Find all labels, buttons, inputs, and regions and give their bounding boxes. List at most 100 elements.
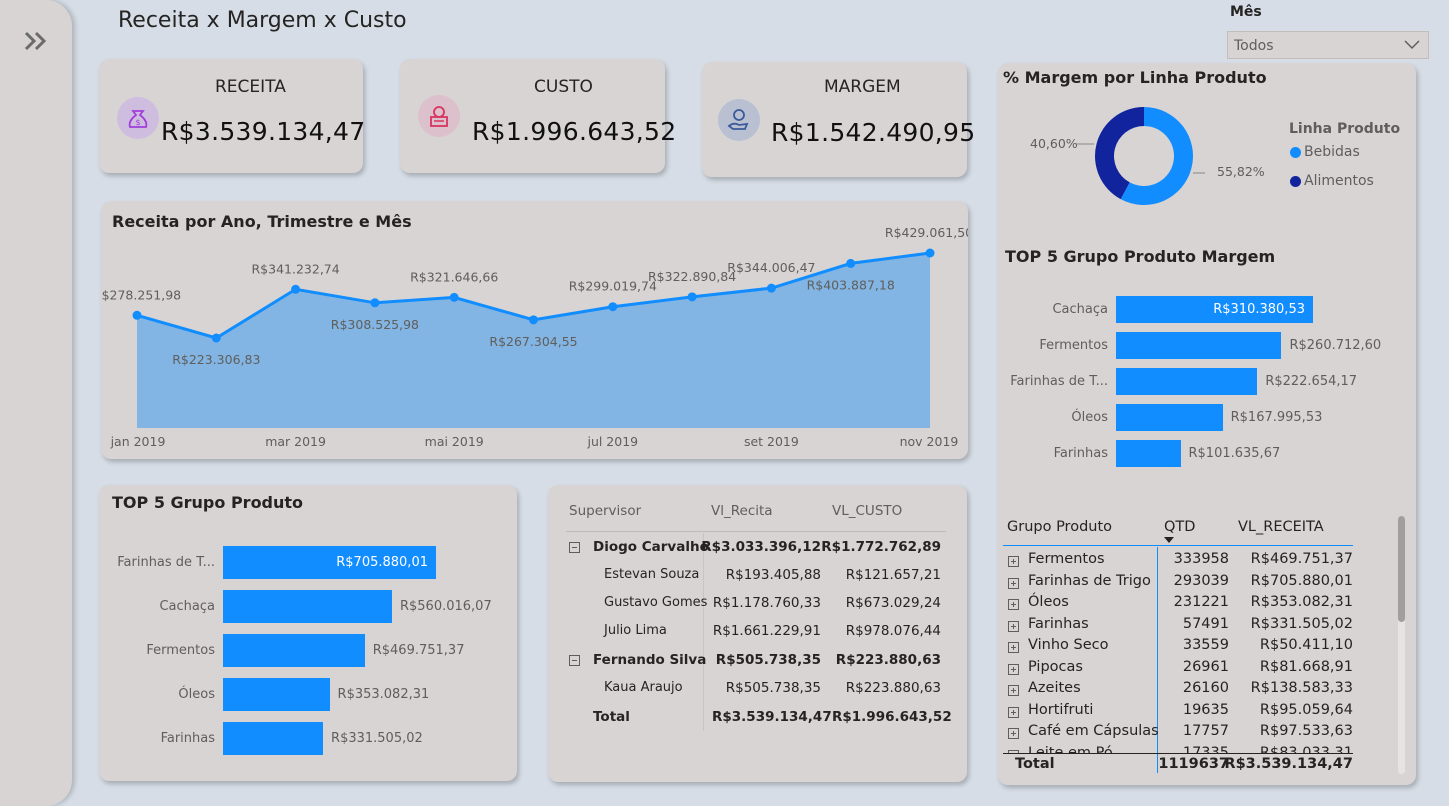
- column-header-vl-custo[interactable]: VL_CUSTO: [832, 503, 902, 519]
- data-point[interactable]: [608, 302, 618, 312]
- table-row[interactable]: Café em Cápsulas 17757 R$97.533,63: [1003, 723, 1353, 744]
- bar[interactable]: [223, 590, 392, 623]
- data-point[interactable]: [846, 258, 856, 268]
- expand-row-button[interactable]: [1008, 577, 1019, 589]
- grupo-produto-cell: Óleos: [1028, 594, 1069, 610]
- expand-row-button[interactable]: [1008, 685, 1019, 696]
- vl-receita-cell: R$83.033,31: [1259, 744, 1353, 754]
- vl-recita-cell: R$193.405,88: [725, 567, 821, 583]
- grupo-produto-cell: Pipocas: [1028, 658, 1083, 675]
- x-axis-tick-label: mar 2019: [265, 434, 326, 449]
- data-point[interactable]: [370, 298, 380, 308]
- bar[interactable]: [1116, 332, 1282, 359]
- right-panel-card: % Margem por Linha Produto 40,60% 55,82% …: [998, 63, 1416, 785]
- grupo-produto-cell: Hortifruti: [1028, 701, 1094, 718]
- bar[interactable]: [223, 678, 330, 711]
- vl-recita-cell: R$505.738,35: [725, 680, 821, 696]
- table-row[interactable]: Leite em Pó 17335 R$83.033,31: [1003, 744, 1353, 754]
- data-point[interactable]: [925, 248, 935, 258]
- data-point[interactable]: [132, 310, 142, 320]
- column-header-supervisor[interactable]: Supervisor: [569, 503, 641, 519]
- column-header-grupo-produto[interactable]: Grupo Produto: [1007, 519, 1112, 535]
- expand-row-button[interactable]: [1008, 556, 1019, 567]
- table-row[interactable]: Hortifruti 19635 R$95.059,64: [1003, 702, 1353, 723]
- collapse-row-button[interactable]: [569, 655, 580, 666]
- vl-receita-cell: R$469.751,37: [1250, 551, 1353, 567]
- page-title: Receita x Margem x Custo: [118, 8, 407, 33]
- data-point[interactable]: [449, 292, 459, 302]
- bar[interactable]: [1116, 404, 1223, 431]
- kpi-card-receita: RECEITA $ R$3.539.134,47: [99, 59, 365, 173]
- category-label: Farinhas de T...: [117, 554, 215, 570]
- column-header-qtd[interactable]: QTD: [1164, 519, 1195, 535]
- data-label: R$341.232,74: [251, 261, 339, 276]
- total-label: Total: [1015, 756, 1055, 772]
- month-slicer-label: Mês: [1230, 4, 1262, 20]
- scrollbar-track[interactable]: [1398, 516, 1405, 774]
- category-label: Farinhas: [160, 730, 215, 746]
- top5-grupo-produto-card: TOP 5 Grupo Produto Farinhas de T... R$70…: [99, 485, 517, 781]
- top5-grupo-produto-chart: Farinhas de T... R$705.880,01 Cachaça R$560…: [99, 485, 517, 781]
- expand-row-button[interactable]: [1008, 728, 1019, 739]
- table-row[interactable]: Fermentos 333958 R$469.751,37: [1003, 551, 1353, 572]
- scrollbar-thumb[interactable]: [1398, 516, 1405, 622]
- bar[interactable]: [223, 634, 365, 667]
- column-header-vl-receita[interactable]: VL_RECEITA: [1238, 519, 1324, 535]
- vl-recita-cell: R$1.661.229,91: [712, 623, 821, 639]
- vl-receita-cell: R$97.533,63: [1259, 723, 1353, 739]
- revenue-line-chart: R$278.251,98 R$223.306,83 R$341.232,74 R$30…: [101, 225, 968, 449]
- table-row[interactable]: Farinhas 57491 R$331.505,02: [1003, 616, 1353, 637]
- expand-row-button[interactable]: [1008, 620, 1019, 632]
- sort-descending-icon[interactable]: [1164, 537, 1174, 543]
- data-label: R$278.251,98: [101, 287, 181, 302]
- top5-margem-chart: Cachaça R$310.380,53 Fermentos R$260.712,60…: [998, 63, 1416, 483]
- column-header-vl-recita[interactable]: Vl_Recita: [711, 503, 773, 519]
- bar[interactable]: [223, 722, 324, 755]
- table-row[interactable]: Azeites 26160 R$138.583,33: [1003, 680, 1353, 701]
- bar[interactable]: [1116, 440, 1181, 467]
- expand-row-button[interactable]: [1008, 599, 1019, 610]
- data-point[interactable]: [687, 292, 697, 302]
- month-slicer-value: Todos: [1234, 38, 1274, 54]
- column-divider: [703, 533, 704, 731]
- data-label: R$299.019,74: [569, 279, 657, 294]
- bar[interactable]: [1116, 368, 1258, 395]
- data-point[interactable]: [211, 333, 221, 343]
- chevron-double-right-icon[interactable]: [23, 30, 49, 52]
- expand-row-button[interactable]: [1008, 663, 1019, 675]
- qtd-cell: 33559: [1182, 637, 1229, 653]
- qtd-cell: 231221: [1173, 594, 1229, 610]
- table-row[interactable]: Farinhas de Trigo 293039 R$705.880,01: [1003, 573, 1353, 594]
- vl-receita-cell: R$95.059,64: [1259, 701, 1353, 718]
- seller-name: Estevan Souza: [604, 567, 700, 582]
- kpi-card-custo: CUSTO R$1.996.643,52: [400, 59, 676, 173]
- chevron-down-icon: [1404, 40, 1420, 50]
- x-axis-tick-label: jul 2019: [586, 434, 638, 449]
- expand-row-button[interactable]: [1008, 706, 1019, 718]
- bar-value-label: R$101.635,67: [1188, 445, 1281, 461]
- data-point[interactable]: [766, 283, 776, 293]
- data-point[interactable]: [529, 315, 538, 325]
- table-row[interactable]: Pipocas 26961 R$81.668,91: [1003, 659, 1353, 680]
- kpi-title: CUSTO: [534, 77, 593, 97]
- collapse-row-button[interactable]: [569, 542, 580, 553]
- qtd-cell: 17757: [1182, 723, 1229, 739]
- money-bag-icon: $: [117, 97, 159, 139]
- qtd-cell: 57491: [1182, 615, 1229, 632]
- data-label: R$308.525,98: [331, 317, 419, 332]
- data-point[interactable]: [291, 284, 301, 294]
- grupo-table-body[interactable]: Fermentos 333958 R$469.751,37 Farinhas de T…: [1003, 547, 1353, 753]
- qtd-cell: 293039: [1173, 572, 1229, 589]
- category-label: Farinhas de T...: [1010, 373, 1108, 389]
- table-row[interactable]: Óleos 231221 R$353.082,31: [1003, 594, 1353, 615]
- grupo-produto-cell: Leite em Pó: [1028, 744, 1113, 754]
- grupo-produto-cell: Azeites: [1028, 680, 1081, 696]
- qtd-cell: 26160: [1182, 680, 1229, 696]
- grupo-table-total-row: Total 1119637 R$3.539.134,47: [1003, 756, 1353, 778]
- month-slicer-dropdown[interactable]: Todos: [1227, 31, 1429, 59]
- bar-value-label: R$331.505,02: [331, 730, 423, 746]
- expand-row-button[interactable]: [1008, 642, 1019, 653]
- table-row[interactable]: Vinho Seco 33559 R$50.411,10: [1003, 637, 1353, 658]
- data-label: R$429.061,50: [885, 225, 968, 240]
- category-label: Fermentos: [1039, 337, 1108, 353]
